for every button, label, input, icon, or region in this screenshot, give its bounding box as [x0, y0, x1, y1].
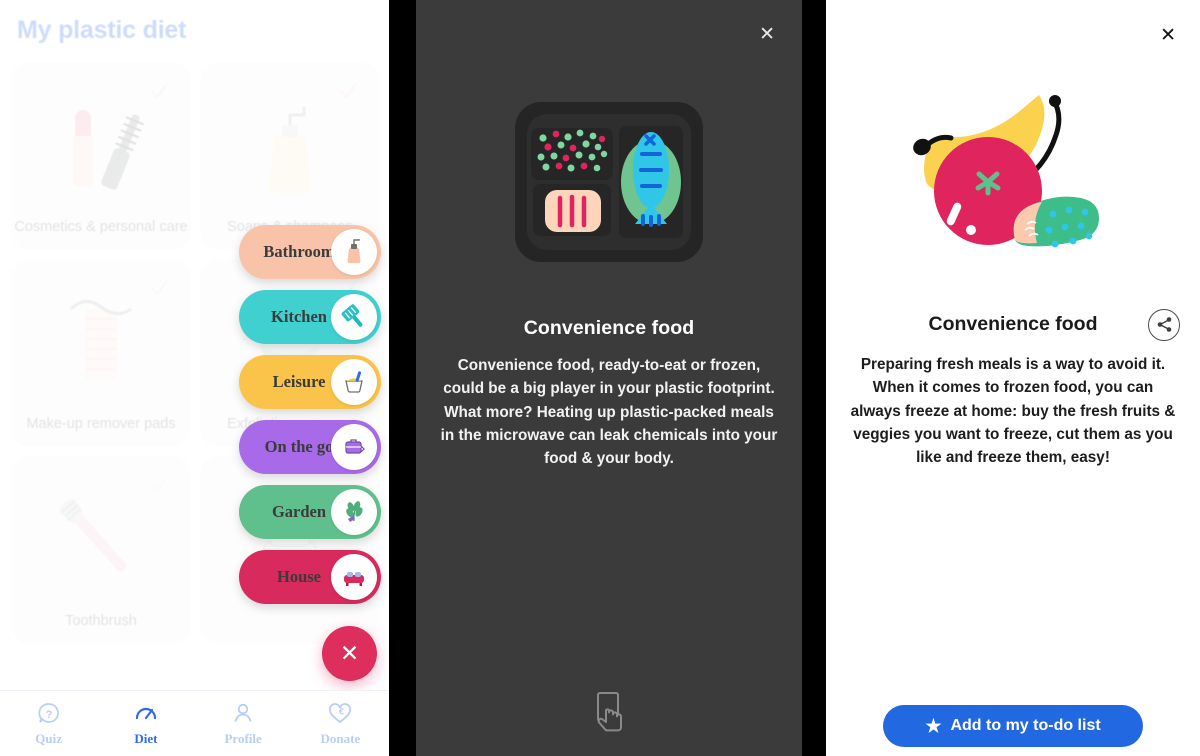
- bottom-tab-bar: ? Quiz Diet Profile € Donate: [0, 690, 389, 756]
- convenience-food-solution-screen: ✕ Convenience food Preparing fresh meals…: [826, 0, 1200, 756]
- lipstick-mascara-icon: [13, 86, 189, 211]
- close-icon: ✕: [1160, 25, 1176, 46]
- share-icon: [1157, 317, 1171, 332]
- category-pill-house[interactable]: House: [239, 550, 381, 604]
- fresh-fruit-veggies-illustration: [826, 82, 1200, 282]
- heart-euro-icon: €: [329, 702, 352, 723]
- close-icon: ✕: [339, 640, 360, 666]
- item-card-makeup-pads[interactable]: Make-up remover pads: [12, 260, 190, 446]
- check-icon: [151, 477, 168, 493]
- item-card-label: Cosmetics & personal care: [14, 218, 188, 235]
- plant-icon: [331, 489, 377, 535]
- category-pill-kitchen[interactable]: Kitchen: [239, 290, 381, 344]
- item-card-toothbrush[interactable]: Toothbrush: [12, 457, 190, 643]
- screenshot-stage: My plastic diet Cosmetics & personal car…: [0, 0, 1200, 756]
- close-icon: ✕: [759, 24, 775, 45]
- item-card-label: Toothbrush: [65, 612, 137, 629]
- sofa-icon: [331, 554, 377, 600]
- detail-title: Convenience food: [928, 313, 1098, 335]
- tab-diet[interactable]: Diet: [97, 701, 194, 747]
- modal-body-text: Convenience food, ready-to-eat or frozen…: [440, 357, 778, 467]
- close-modal-button[interactable]: ✕: [759, 25, 775, 44]
- item-card-cosmetics[interactable]: Cosmetics & personal care: [12, 63, 190, 249]
- category-pill-bathroom[interactable]: Bathroom: [239, 225, 381, 279]
- star-icon: ★: [925, 716, 942, 736]
- add-to-todo-list-label: Add to my to-do list: [950, 717, 1101, 734]
- svg-text:€: €: [339, 706, 344, 716]
- soap-dispenser-icon: [202, 86, 378, 211]
- convenience-food-tray-illustration: [416, 82, 802, 282]
- detail-header: Convenience food: [846, 308, 1180, 341]
- check-icon: [340, 83, 357, 99]
- tab-label: Donate: [320, 730, 361, 746]
- spatula-icon: [331, 294, 377, 340]
- tab-quiz[interactable]: ? Quiz: [0, 701, 97, 747]
- add-to-todo-list-button[interactable]: ★ Add to my to-do list: [883, 705, 1143, 747]
- paint-bucket-icon: [331, 359, 377, 405]
- category-pill-leisure[interactable]: Leisure: [239, 355, 381, 409]
- share-button[interactable]: [1148, 308, 1180, 341]
- cotton-pads-icon: [13, 283, 189, 408]
- page-title: My plastic diet: [17, 16, 187, 44]
- question-bubble-icon: ?: [38, 702, 59, 723]
- item-card-soaps[interactable]: Soaps & shampoos: [201, 63, 379, 249]
- gauge-icon: [135, 707, 156, 719]
- category-pill-garden[interactable]: Garden: [239, 485, 381, 539]
- check-icon: [151, 83, 168, 99]
- plastic-diet-screen: My plastic diet Cosmetics & personal car…: [0, 0, 389, 756]
- item-card-label: Make-up remover pads: [26, 415, 176, 432]
- suitcase-icon: [331, 424, 377, 470]
- close-detail-button[interactable]: ✕: [1160, 26, 1176, 45]
- close-menu-fab[interactable]: ✕: [322, 626, 377, 681]
- toothbrush-icon: [13, 480, 189, 605]
- svg-text:?: ?: [45, 709, 52, 721]
- category-pill-menu: Bathroom Kitchen Leisure On the go Garde…: [239, 225, 389, 615]
- tab-donate[interactable]: € Donate: [292, 701, 389, 747]
- tab-label: Profile: [224, 730, 262, 746]
- tab-label: Quiz: [35, 730, 62, 746]
- tab-label: Diet: [134, 730, 158, 746]
- convenience-food-info-modal: ✕ Convenience food Convenience food, rea…: [416, 0, 802, 756]
- category-pill-on-the-go[interactable]: On the go: [239, 420, 381, 474]
- soap-bottle-icon: [331, 229, 377, 275]
- swipe-hand-icon: [416, 690, 802, 742]
- tab-profile[interactable]: Profile: [195, 701, 292, 747]
- check-icon: [151, 280, 168, 296]
- person-icon: [234, 703, 252, 722]
- modal-title: Convenience food: [523, 317, 695, 339]
- detail-body-text: Preparing fresh meals is a way to avoid …: [850, 356, 1176, 466]
